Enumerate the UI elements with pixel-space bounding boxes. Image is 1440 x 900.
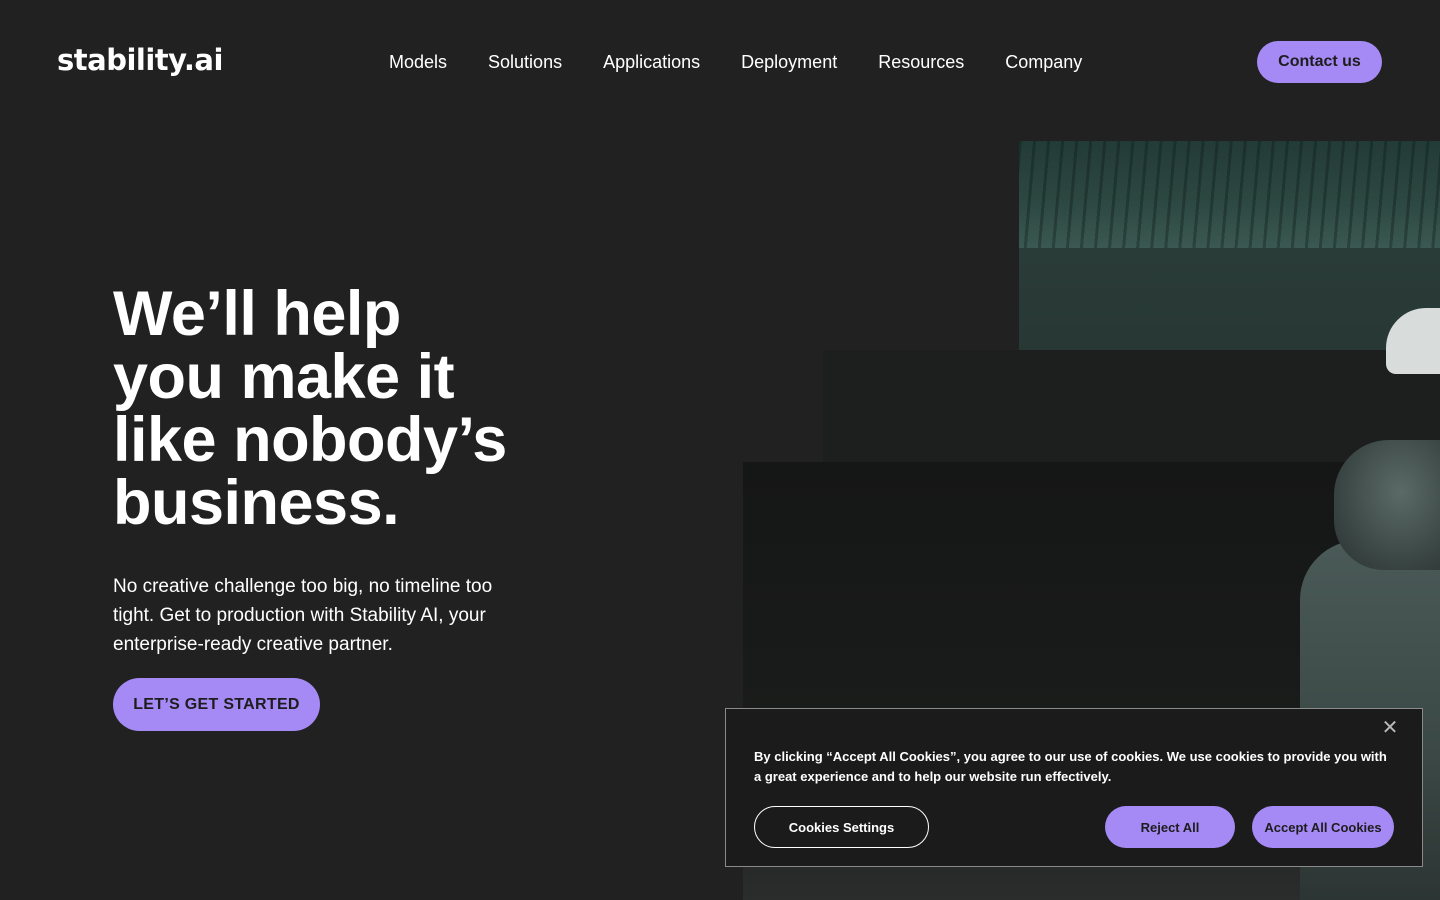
reject-all-button[interactable]: Reject All xyxy=(1105,806,1235,848)
get-started-button[interactable]: LET’S GET STARTED xyxy=(113,678,320,731)
hero-title-line: you make it xyxy=(113,342,455,412)
cookie-banner: ✕ By clicking “Accept All Cookies”, you … xyxy=(725,708,1423,867)
nav-item-solutions[interactable]: Solutions xyxy=(488,50,562,74)
hero-title-line: We’ll help xyxy=(113,279,401,349)
hero-title: We’ll help you make it like nobody’s bus… xyxy=(113,283,633,535)
hero-title-line: like nobody’s xyxy=(113,405,507,475)
cornfield-image-panel xyxy=(1019,141,1440,251)
cookies-settings-button[interactable]: Cookies Settings xyxy=(754,806,929,848)
nav-item-applications[interactable]: Applications xyxy=(603,50,700,74)
page: stability.ai Models Solutions Applicatio… xyxy=(0,0,1440,900)
nav-item-models[interactable]: Models xyxy=(389,50,447,74)
main-nav: Models Solutions Applications Deployment… xyxy=(389,50,1082,74)
hero-subtitle: No creative challenge too big, no timeli… xyxy=(113,576,493,655)
nav-item-company[interactable]: Company xyxy=(1005,50,1082,74)
cookie-banner-text: By clicking “Accept All Cookies”, you ag… xyxy=(754,749,1387,784)
nav-item-deployment[interactable]: Deployment xyxy=(741,50,837,74)
nav-item-resources[interactable]: Resources xyxy=(878,50,964,74)
hero-title-line: business. xyxy=(113,468,400,538)
stability-ai-logo[interactable]: stability.ai xyxy=(57,40,223,80)
contact-us-button[interactable]: Contact us xyxy=(1257,41,1382,83)
close-icon[interactable]: ✕ xyxy=(1380,718,1400,738)
accept-all-cookies-button[interactable]: Accept All Cookies xyxy=(1252,806,1394,848)
person-head xyxy=(1334,440,1440,570)
